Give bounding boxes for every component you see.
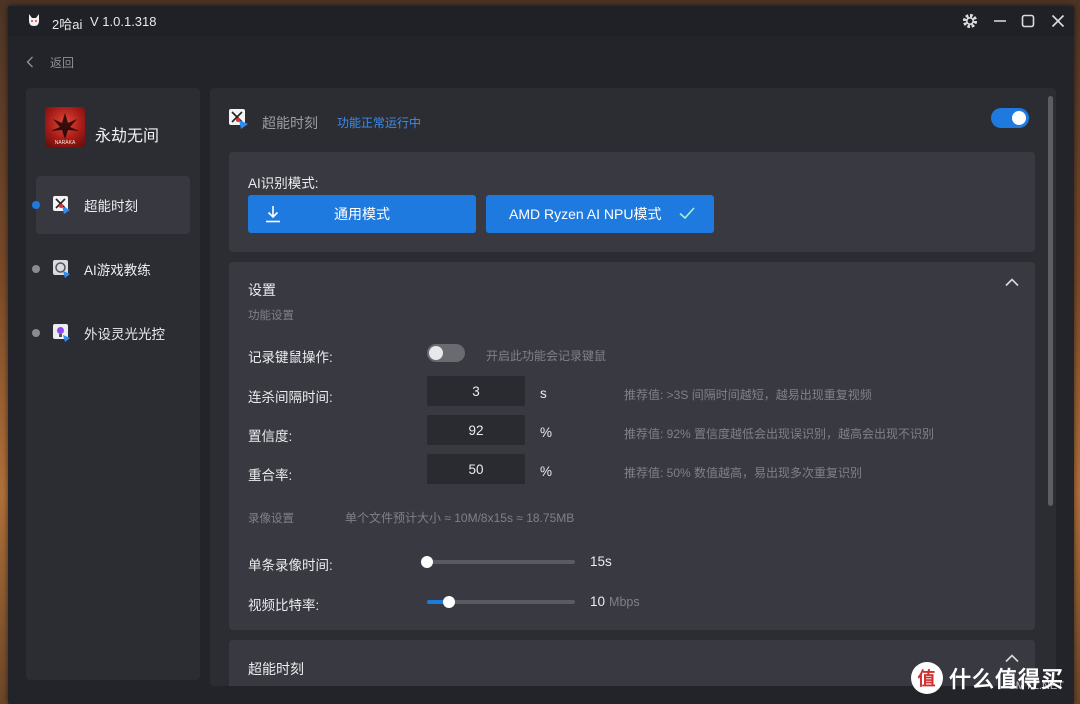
record-input-toggle[interactable]: [427, 344, 465, 362]
overlap-hint: 推荐值: 50% 数值越高，易出现多次重复识别: [624, 466, 863, 480]
general-mode-button[interactable]: 通用模式: [248, 195, 476, 233]
back-button[interactable]: 返回: [26, 52, 74, 72]
overlap-label: 重合率:: [248, 468, 293, 483]
sidebar-item-label: 外设灵光光控: [84, 327, 165, 342]
game-title: 永劫无间: [95, 128, 160, 145]
record-input-hint: 开启此功能会记录键鼠: [486, 349, 607, 363]
file-size-estimate: 单个文件预计大小 ≈ 10M/8x15s ≈ 18.75MB: [345, 511, 575, 525]
minimize-icon[interactable]: [990, 11, 1010, 31]
clip-duration-label: 单条录像时间:: [248, 558, 333, 573]
active-indicator-dot: [32, 201, 40, 209]
confidence-unit: %: [540, 425, 553, 440]
kill-interval-label: 连杀间隔时间:: [248, 390, 333, 405]
confidence-hint: 推荐值: 92% 置信度越低会出现误识别，越高会出现不识别: [624, 427, 935, 441]
inactive-indicator-dot: [32, 329, 40, 337]
app-title: 2哈ai: [52, 17, 83, 32]
slider-handle[interactable]: [443, 596, 456, 608]
highlight-moment-section-title: 超能时刻: [248, 661, 304, 677]
game-logo: NARAKA: [45, 107, 85, 147]
app-version: V 1.0.1.318: [90, 14, 157, 29]
kill-interval-unit: s: [540, 386, 547, 401]
highlight-moment-icon: [229, 109, 248, 129]
settings-panel: 设置 功能设置 记录键鼠操作: 开启此功能会记录键鼠 连杀间隔时间: s 推荐值…: [229, 262, 1035, 630]
confidence-label: 置信度:: [248, 429, 293, 444]
settings-title: 设置: [248, 282, 276, 298]
overlap-input[interactable]: [427, 454, 525, 484]
feature-title: 超能时刻: [262, 115, 318, 131]
watermark: 值 什么值得买 SMYZ.NET: [910, 662, 1064, 694]
chevron-left-icon: [26, 56, 33, 68]
kill-interval-hint: 推荐值: >3S 间隔时间越短，越易出现重复视频: [624, 388, 872, 402]
sidebar-item-lighting-control[interactable]: 外设灵光光控: [32, 304, 190, 362]
bitrate-slider[interactable]: [427, 596, 575, 608]
watermark-subtext: SMYZ.NET: [1008, 680, 1064, 692]
chevron-up-icon[interactable]: [1003, 274, 1021, 292]
sidebar-item-label: 超能时刻: [84, 199, 138, 214]
app-logo-icon: [29, 14, 39, 26]
feature-status: 功能正常运行中: [337, 116, 422, 130]
clip-duration-slider[interactable]: [421, 556, 575, 568]
kill-interval-input[interactable]: [427, 376, 525, 406]
npu-mode-button[interactable]: AMD Ryzen AI NPU模式: [486, 195, 714, 233]
bitrate-number: 10: [590, 594, 606, 609]
sidebar-item-highlight-moment[interactable]: 超能时刻: [32, 176, 190, 234]
bitrate-unit: Mbps: [609, 595, 640, 609]
npu-mode-label: AMD Ryzen AI NPU模式: [509, 206, 662, 222]
back-label: 返回: [50, 55, 75, 70]
bitrate-label: 视频比特率:: [248, 598, 320, 613]
vertical-scrollbar[interactable]: [1048, 96, 1053, 506]
maximize-icon[interactable]: [1018, 11, 1038, 31]
toggle-knob: [429, 346, 443, 360]
sidebar-item-label: AI游戏教练: [84, 263, 151, 278]
ai-coach-icon: [53, 260, 70, 278]
svg-text:NARAKA: NARAKA: [55, 140, 76, 146]
confidence-input[interactable]: [427, 415, 525, 445]
bitrate-value: 10 Mbps: [590, 594, 640, 609]
main-content: 超能时刻 功能正常运行中 AI识别模式: 通用模式 AMD Ryzen AI N…: [210, 88, 1056, 686]
ai-mode-label: AI识别模式:: [248, 176, 319, 191]
lighting-control-icon: [53, 324, 70, 342]
function-settings-label: 功能设置: [248, 310, 294, 322]
sidebar: NARAKA 永劫无间 超能时刻 AI游戏教练 外设灵光光控: [26, 88, 200, 680]
record-input-label: 记录键鼠操作:: [248, 350, 333, 365]
highlight-moment-icon: [53, 196, 70, 214]
check-icon: [679, 207, 695, 220]
overlap-unit: %: [540, 464, 553, 479]
app-window: 2哈ai V 1.0.1.318 返回 NARAKA 永劫无间 超能时刻 AI游…: [8, 6, 1074, 704]
title-bar: 2哈ai V 1.0.1.318: [8, 6, 1074, 36]
feature-enable-toggle[interactable]: [991, 108, 1029, 128]
close-icon[interactable]: [1048, 11, 1068, 31]
ai-mode-panel: AI识别模式: 通用模式 AMD Ryzen AI NPU模式: [229, 152, 1035, 252]
clip-duration-value: 15s: [590, 554, 612, 569]
sidebar-item-ai-coach[interactable]: AI游戏教练: [32, 240, 190, 298]
inactive-indicator-dot: [32, 265, 40, 273]
toggle-knob: [1012, 111, 1026, 125]
recording-settings-label: 录像设置: [248, 513, 294, 525]
general-mode-label: 通用模式: [334, 206, 390, 222]
slider-handle[interactable]: [421, 556, 433, 568]
watermark-logo: 值: [910, 662, 943, 694]
gear-icon[interactable]: [960, 11, 980, 31]
